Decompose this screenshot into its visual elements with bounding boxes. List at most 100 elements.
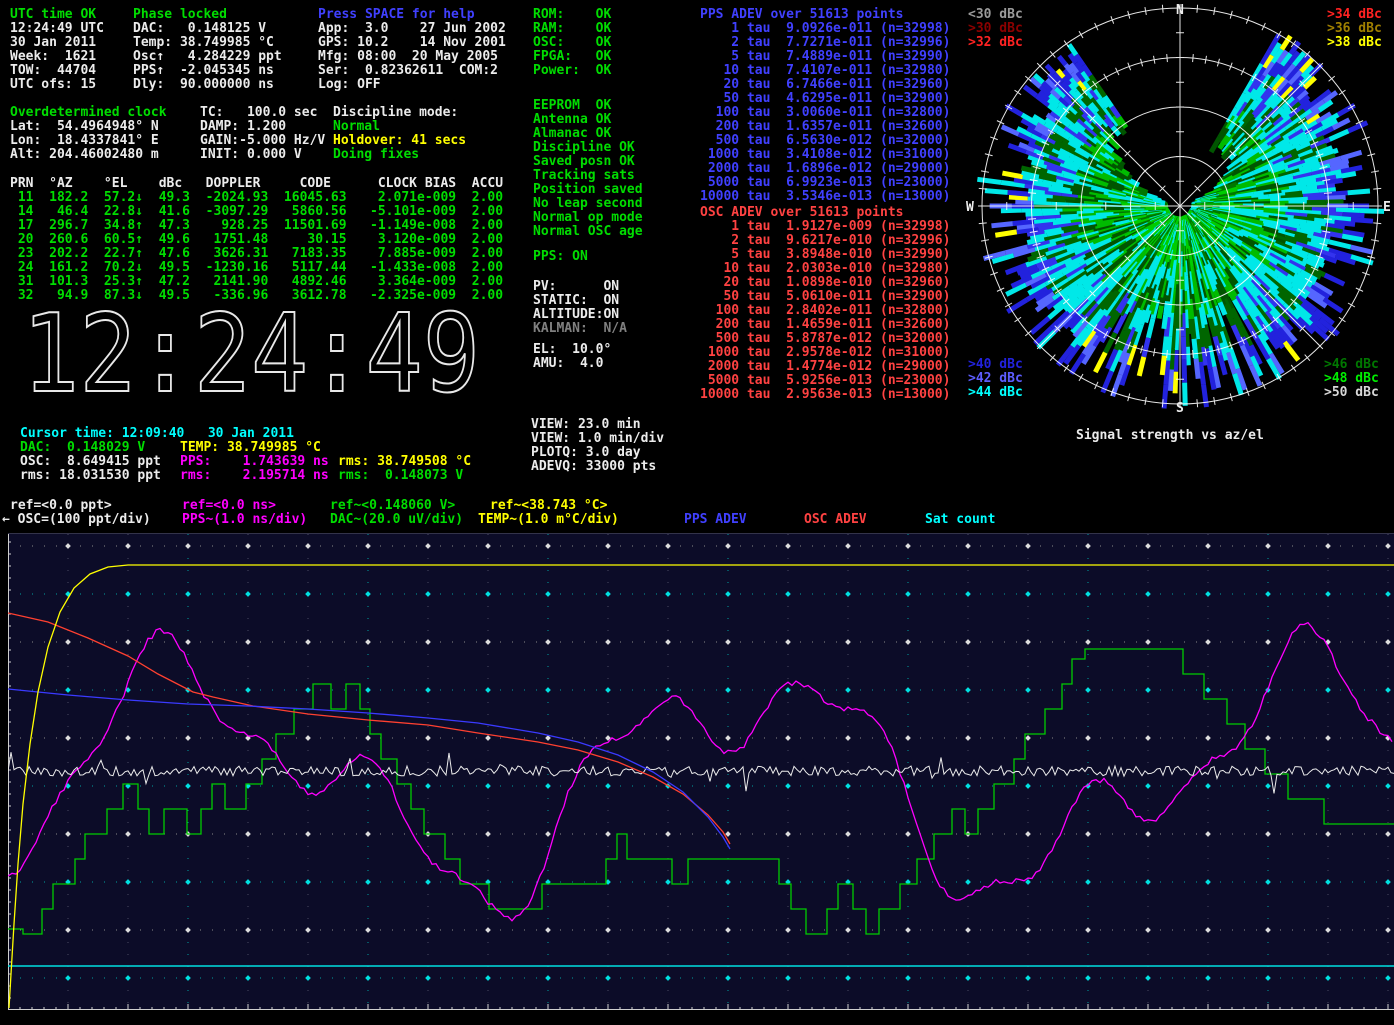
- cursor-readout: DAC: 0.148029 V: [20, 441, 145, 455]
- osc-adev-table-line: 5 tau 3.8948e-010 (n=32990): [700, 248, 950, 262]
- receiver-status-block-line: Power: OK: [533, 64, 611, 78]
- osc-adev-table-line: 20 tau 1.0898e-010 (n=32960): [700, 276, 950, 290]
- view-block-line: VIEW: 23.0 min: [531, 418, 641, 432]
- pps-adev-table-line: 500 tau 6.5630e-012 (n=32000): [700, 134, 950, 148]
- osc-adev-table-line: 10000 tau 2.9563e-013 (n=13000): [700, 388, 950, 402]
- sat-table-title: PRN °AZ °EL dBc DOPPLER CODE CLOCK BIAS …: [10, 177, 503, 191]
- discipline-block-line: Normal: [333, 120, 380, 134]
- plot-legend-item: TEMP~(1.0 m°C/div): [478, 513, 619, 527]
- gps-status-list-line: Saved posn OK: [533, 155, 635, 169]
- utc-block-line: 12:24:49 UTC: [10, 22, 104, 36]
- gps-status-list-line: EEPROM OK: [533, 99, 611, 113]
- help-block-line: App: 3.0 27 Jun 2002: [318, 22, 506, 36]
- osc-adev-table-line: 1 tau 1.9127e-009 (n=32998): [700, 220, 950, 234]
- cursor-readout: OSC: 8.649415 ppt: [20, 455, 161, 469]
- osc-adev-table-line: 100 tau 2.8402e-011 (n=32800): [700, 304, 950, 318]
- pps-adev-table-line: 100 tau 3.0060e-011 (n=32800): [700, 106, 950, 120]
- plot-legend-item: Sat count: [925, 513, 995, 527]
- receiver-status-block-line: OSC: OK: [533, 36, 611, 50]
- receiver-status-block-line: RAM: OK: [533, 22, 611, 36]
- help-block-line: Mfg: 08:00 20 May 2005: [318, 50, 498, 64]
- pps-adev-table-title: PPS ADEV over 51613 points: [700, 8, 904, 22]
- receiver-status-block-line: ROM: OK: [533, 8, 611, 22]
- compass-e: E: [1383, 200, 1391, 215]
- osc-adev-table-line: 2000 tau 1.4774e-012 (n=29000): [700, 360, 950, 374]
- pps-adev-table-line: 20 tau 6.7466e-011 (n=32960): [700, 78, 950, 92]
- gps-status-list-line: Normal op mode: [533, 211, 643, 225]
- polar-caption: Signal strength vs az/el: [1076, 429, 1264, 443]
- osc-adev-table-line: 5000 tau 5.9256e-013 (n=23000): [700, 374, 950, 388]
- plot-legend-item: PPS ADEV: [684, 513, 747, 527]
- sat-table-line: 23 202.2 22.7↑ 47.6 3626.31 7183.35 7.88…: [10, 247, 503, 261]
- loop-params-block-line: GAIN:-5.000 Hz/V: [200, 134, 325, 148]
- gps-status-list-line: Discipline OK: [533, 141, 635, 155]
- sat-table-line: 11 182.2 57.2↓ 49.3 -2024.93 16045.63 2.…: [10, 191, 503, 205]
- discipline-block-line: Doing fixes: [333, 148, 419, 162]
- cursor-readout: rms: 0.148073 V: [338, 469, 463, 483]
- osc-adev-table-line: 2 tau 9.6217e-010 (n=32996): [700, 234, 950, 248]
- plot-axes: [8, 534, 1394, 1010]
- sat-table-line: 17 296.7 34.8↑ 47.3 928.25 11501.69 -1.1…: [10, 219, 503, 233]
- cursor-readout: rms: 2.195714 ns: [180, 469, 329, 483]
- gps-status-list-line: Antenna OK: [533, 113, 611, 127]
- osc-adev-table-line: 500 tau 5.8787e-012 (n=32000): [700, 332, 950, 346]
- strip-chart: [8, 534, 1394, 1010]
- help-block-title: Press SPACE for help: [318, 8, 475, 22]
- big-clock-digits: 12:24:49: [22, 303, 480, 405]
- phase-block-line: DAC: 0.148125 V: [133, 22, 266, 36]
- phase-block-line: Dly: 90.000000 ns: [133, 78, 274, 92]
- discipline-block-title: Discipline mode:: [333, 106, 458, 120]
- view-block-line: ADEVQ: 33000 pts: [531, 460, 656, 474]
- mode-list-line: PV: ON: [533, 280, 619, 294]
- dbc-legend-item: >48 dBc: [1324, 372, 1379, 386]
- gps-status-list-line: Tracking sats: [533, 169, 635, 183]
- utc-block-line: Week: 1621: [10, 50, 96, 64]
- compass-w: W: [966, 200, 974, 215]
- pps-adev-table-line: 5000 tau 6.9923e-013 (n=23000): [700, 176, 950, 190]
- pps-adev-table-line: 50 tau 4.6295e-011 (n=32900): [700, 92, 950, 106]
- plot-legend-item: ← OSC=(100 ppt/div): [2, 513, 151, 527]
- polar-signal-plot[interactable]: NSWE: [950, 0, 1394, 416]
- gps-status-list-line: Normal OSC age: [533, 225, 643, 239]
- compass-n: N: [1176, 3, 1184, 18]
- position-block-line: Lat: 54.4964948° N: [10, 120, 159, 134]
- phase-block-line: Osc↑ 4.284229 ppt: [133, 50, 282, 64]
- view-block-line: PLOTQ: 3.0 day: [531, 446, 641, 460]
- position-block-title: Overdetermined clock: [10, 106, 167, 120]
- plot-legend-item: PPS~(1.0 ns/div): [182, 513, 307, 527]
- mode-list-line: ALTITUDE:ON: [533, 308, 619, 322]
- receiver-status-block-line: FPGA: OK: [533, 50, 611, 64]
- dbc-legend-item: >50 dBc: [1324, 386, 1379, 400]
- osc-adev-table-line: 50 tau 5.0610e-011 (n=32900): [700, 290, 950, 304]
- el-amu-block-line: EL: 10.0°: [533, 343, 611, 357]
- position-block-line: Alt: 204.46002480 m: [10, 148, 159, 162]
- pps-adev-table-line: 2 tau 7.7271e-011 (n=32996): [700, 36, 950, 50]
- dbc-legend-item: >46 dBc: [1324, 358, 1379, 372]
- dbc-legend-item: >34 dBc: [1327, 8, 1382, 22]
- phase-block-line: Temp: 38.749985 °C: [133, 36, 274, 50]
- dbc-legend-item: >44 dBc: [968, 386, 1023, 400]
- lady-heather-app: 12:24:49 NSWE UTC time OK12:24:49 UTC30 …: [0, 0, 1394, 1025]
- plot-legend-item: ref~<0.148060 V>: [330, 499, 455, 513]
- utc-block-line: TOW: 44704: [10, 64, 96, 78]
- pps-adev-table-line: 10 tau 7.4107e-011 (n=32980): [700, 64, 950, 78]
- utc-block-line: UTC ofs: 15: [10, 78, 96, 92]
- trace-temp: [9, 565, 1394, 1008]
- dbc-legend-item: <30 dBc: [968, 8, 1023, 22]
- mode-list-line: STATIC: ON: [533, 294, 619, 308]
- dbc-legend-item: >32 dBc: [968, 36, 1023, 50]
- trace-osc: [8, 752, 1394, 793]
- plot-legend-item: ref~<38.743 °C>: [490, 499, 607, 513]
- help-block-line: GPS: 10.2 14 Nov 2001: [318, 36, 506, 50]
- osc-adev-table-title: OSC ADEV over 51613 points: [700, 206, 904, 220]
- position-block-line: Lon: 18.4337841° E: [10, 134, 159, 148]
- plot-grid: [8, 534, 1394, 1010]
- sat-table-line: 14 46.4 22.8↓ 41.6 -3097.29 5860.56 -5.1…: [10, 205, 503, 219]
- trace-dac: [8, 649, 1394, 934]
- view-block-line: VIEW: 1.0 min/div: [531, 432, 664, 446]
- plot-area[interactable]: [8, 533, 1394, 1010]
- sat-table-line: 24 161.2 70.2↓ 49.5 -1230.16 5117.44 -1.…: [10, 261, 503, 275]
- osc-adev-table-line: 200 tau 1.4659e-011 (n=32600): [700, 318, 950, 332]
- gps-status-list-line: Almanac OK: [533, 127, 611, 141]
- phase-block-line: PPS↑ -2.045345 ns: [133, 64, 274, 78]
